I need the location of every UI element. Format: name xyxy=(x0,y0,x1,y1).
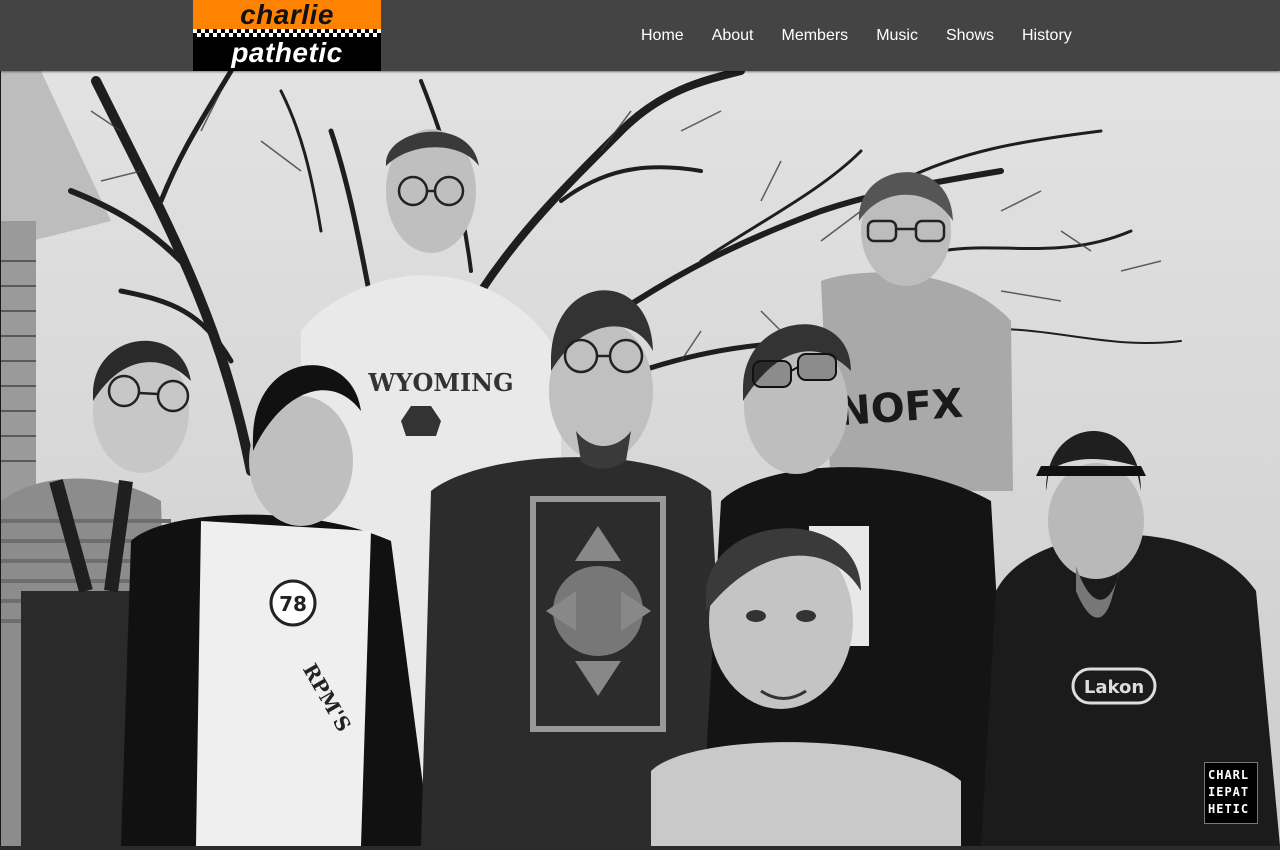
logo-line-1: charlie xyxy=(193,0,381,29)
nav-about[interactable]: About xyxy=(698,0,768,71)
site-logo[interactable]: charlie pathetic xyxy=(193,0,381,71)
band-photo: WYOMING NOFX 78 RPM'S Lakon CHARL IEPAT … xyxy=(1,71,1280,846)
shirt-text-wyoming: WYOMING xyxy=(367,368,513,397)
shirt-text-78: 78 xyxy=(279,592,307,616)
shirt-text-nofx: NOFX xyxy=(836,381,965,436)
nav-members[interactable]: Members xyxy=(768,0,863,71)
logo-checker-strip xyxy=(193,29,381,37)
nav-history[interactable]: History xyxy=(1008,0,1086,71)
nav-music[interactable]: Music xyxy=(862,0,932,71)
nav-home[interactable]: Home xyxy=(627,0,698,71)
watermark-logo: CHARL IEPAT HETIC xyxy=(1204,762,1258,824)
band-photo-illustration: WYOMING NOFX 78 RPM'S Lakon xyxy=(1,71,1280,846)
logo-line-2: pathetic xyxy=(231,37,343,68)
site-header: charlie pathetic Home About Members Musi… xyxy=(0,0,1280,71)
nav-shows[interactable]: Shows xyxy=(932,0,1008,71)
hoodie-text: Lakon xyxy=(1084,677,1144,698)
bottom-edge xyxy=(0,846,1280,850)
main-nav: Home About Members Music Shows History xyxy=(627,0,1086,71)
